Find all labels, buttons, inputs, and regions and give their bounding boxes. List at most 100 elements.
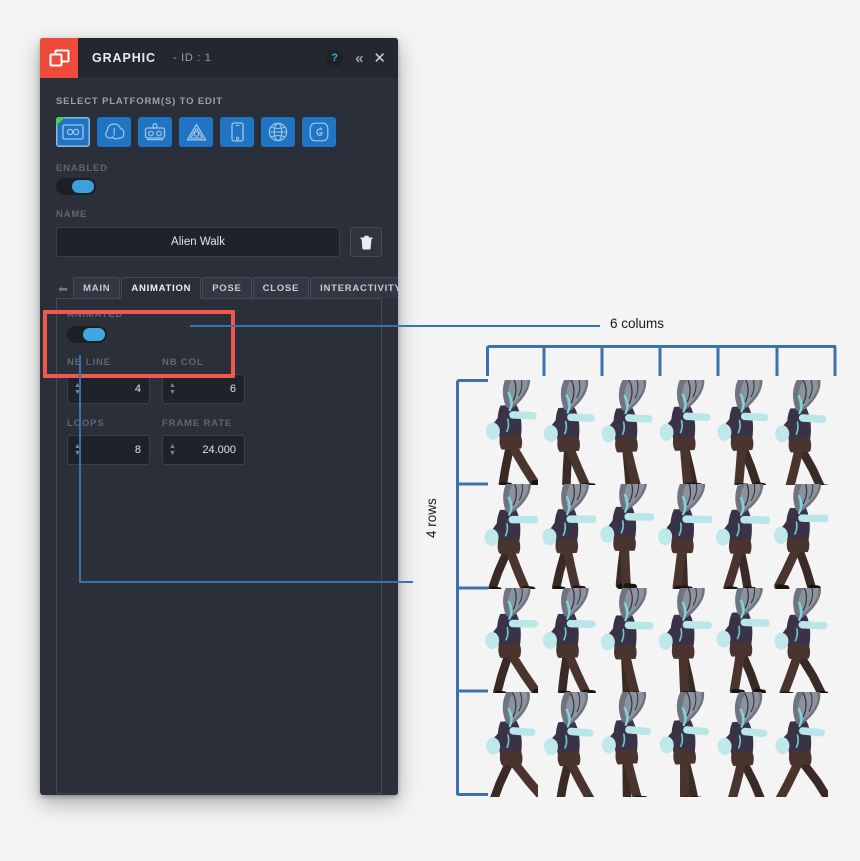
title-bar-actions: ? « ✕ (326, 38, 386, 78)
animated-label: ANIMATED (67, 309, 124, 320)
toggle-knob (72, 180, 94, 193)
panel-title: GRAPHIC (92, 51, 156, 65)
sprite-cell (594, 692, 654, 797)
graphic-layers-icon[interactable] (40, 38, 78, 78)
tab-pose[interactable]: POSE (202, 276, 252, 298)
sprite-cell (652, 692, 712, 797)
tab-interactivity[interactable]: INTERACTIVITY (310, 276, 398, 298)
sprite-cell (478, 692, 538, 797)
loops-value: 8 (134, 444, 141, 456)
columns-annotation-label: 6 colums (610, 316, 665, 331)
alien-walk-frame-r4-c5 (717, 692, 768, 797)
name-row: Alien Walk (56, 227, 382, 257)
platform-apple[interactable] (302, 117, 336, 147)
sprite-cell (536, 380, 596, 485)
platform-web[interactable] (261, 117, 295, 147)
loops-fields-row: LOOPS ▲ ▼ 8 FRAME RATE ▲ ▼ 24.000 (67, 418, 371, 465)
nb-fields-row: NB LINE ▲ ▼ 4 NB COL ▲ ▼ 6 (67, 357, 371, 404)
platform-selector (56, 117, 382, 147)
alien-walk-frame-r2-c5 (716, 484, 770, 589)
spinner-icon[interactable]: ▲ ▼ (72, 382, 83, 396)
sprite-cell (652, 484, 712, 589)
alien-walk-frame-r3-c4 (658, 588, 712, 693)
alien-walk-frame-r4-c3 (601, 692, 652, 797)
spinner-icon[interactable]: ▲ ▼ (167, 443, 178, 457)
animation-tab-panel: ANIMATED NB LINE ▲ ▼ 4 NB COL ▲ ▼ 6 LOOP… (56, 299, 382, 794)
alien-walk-frame-r3-c2 (542, 588, 596, 693)
alien-walk-frame-r1-c5 (717, 380, 769, 485)
alien-walk-frame-r2-c4 (658, 484, 712, 589)
alien-walk-frame-r2-c6 (773, 484, 828, 589)
panel-body: SELECT PLATFORM(S) TO EDIT ENABLED NAME … (40, 96, 398, 794)
spinner-icon[interactable]: ▲ ▼ (167, 382, 178, 396)
name-input[interactable]: Alien Walk (56, 227, 340, 257)
nb-col-label: NB COL (162, 357, 204, 368)
alien-walk-frame-r3-c1 (485, 588, 538, 693)
alien-walk-frame-r1-c3 (601, 380, 653, 485)
toggle-knob (83, 328, 105, 341)
sprite-cell (536, 692, 596, 797)
alien-walk-frame-r2-c1 (484, 484, 538, 589)
nb-col-field: NB COL ▲ ▼ 6 (162, 357, 245, 404)
sprite-cell (768, 692, 828, 797)
sprite-cell (710, 380, 770, 485)
alien-walk-frame-r2-c3 (600, 484, 654, 589)
spinner-icon[interactable]: ▲ ▼ (72, 443, 83, 457)
alien-walk-frame-r2-c2 (542, 484, 596, 589)
tab-close[interactable]: CLOSE (252, 276, 310, 298)
nb-col-stepper[interactable]: ▲ ▼ 6 (162, 374, 245, 404)
panel-title-bar: GRAPHIC - ID : 1 ? « ✕ (40, 38, 398, 78)
alien-walk-frame-r1-c1 (485, 380, 538, 485)
panel-id-label: - ID : 1 (172, 52, 212, 64)
leader-line-rows-horizontal (79, 581, 413, 583)
sprite-cell (478, 588, 538, 693)
graphic-properties-panel: GRAPHIC - ID : 1 ? « ✕ SELECT PLATFORM(S… (40, 38, 398, 795)
alien-walk-frame-r1-c6 (775, 380, 828, 485)
frame-rate-field: FRAME RATE ▲ ▼ 24.000 (162, 418, 245, 465)
name-label: NAME (56, 209, 88, 220)
animated-toggle[interactable] (67, 326, 107, 343)
frame-rate-label: FRAME RATE (162, 418, 233, 429)
frame-rate-stepper[interactable]: ▲ ▼ 24.000 (162, 435, 245, 465)
sprite-cell (710, 484, 770, 589)
platform-flash[interactable] (97, 117, 131, 147)
platform-desktop[interactable] (138, 117, 172, 147)
sprite-cell (594, 484, 654, 589)
platform-html5[interactable] (56, 117, 90, 147)
sprite-cell (594, 588, 654, 693)
tab-bar: ⬅ MAIN ANIMATION POSE CLOSE INTERACTIVIT… (56, 276, 398, 299)
tab-main[interactable]: MAIN (73, 276, 121, 298)
alien-walk-frame-r3-c3 (600, 588, 654, 693)
alien-walk-frame-r3-c6 (774, 588, 828, 693)
nb-col-value: 6 (229, 383, 236, 395)
sprite-cell (710, 692, 770, 797)
sprite-cell (710, 588, 770, 693)
tab-prev-icon[interactable]: ⬅ (56, 283, 73, 298)
platform-unity[interactable] (179, 117, 213, 147)
sprite-cell (478, 484, 538, 589)
alien-walk-frame-r4-c1 (486, 692, 538, 797)
alien-walk-frame-r4-c6 (774, 692, 828, 797)
sprite-cell (768, 380, 828, 485)
alien-walk-frame-r4-c2 (543, 692, 596, 797)
sprite-cell (768, 588, 828, 693)
sprite-cell (536, 484, 596, 589)
rows-annotation-label: 4 rows (424, 498, 439, 538)
close-icon[interactable]: ✕ (373, 51, 386, 66)
enabled-label: ENABLED (56, 163, 108, 174)
platform-section-label: SELECT PLATFORM(S) TO EDIT (56, 96, 223, 107)
platform-mobile[interactable] (220, 117, 254, 147)
columns-bracket (486, 345, 837, 376)
sprite-cell (652, 380, 712, 485)
sprite-cell (536, 588, 596, 693)
collapse-icon[interactable]: « (355, 51, 363, 66)
alien-walk-frame-r4-c4 (659, 692, 710, 797)
sprite-cell (652, 588, 712, 693)
tab-animation[interactable]: ANIMATION (121, 276, 202, 299)
help-icon[interactable]: ? (326, 49, 344, 67)
enabled-toggle[interactable] (56, 178, 96, 195)
leader-line-rows-vertical (79, 355, 81, 583)
alien-walk-frame-r3-c5 (716, 588, 770, 693)
leader-line-columns (190, 325, 600, 327)
trash-icon[interactable] (350, 227, 382, 257)
